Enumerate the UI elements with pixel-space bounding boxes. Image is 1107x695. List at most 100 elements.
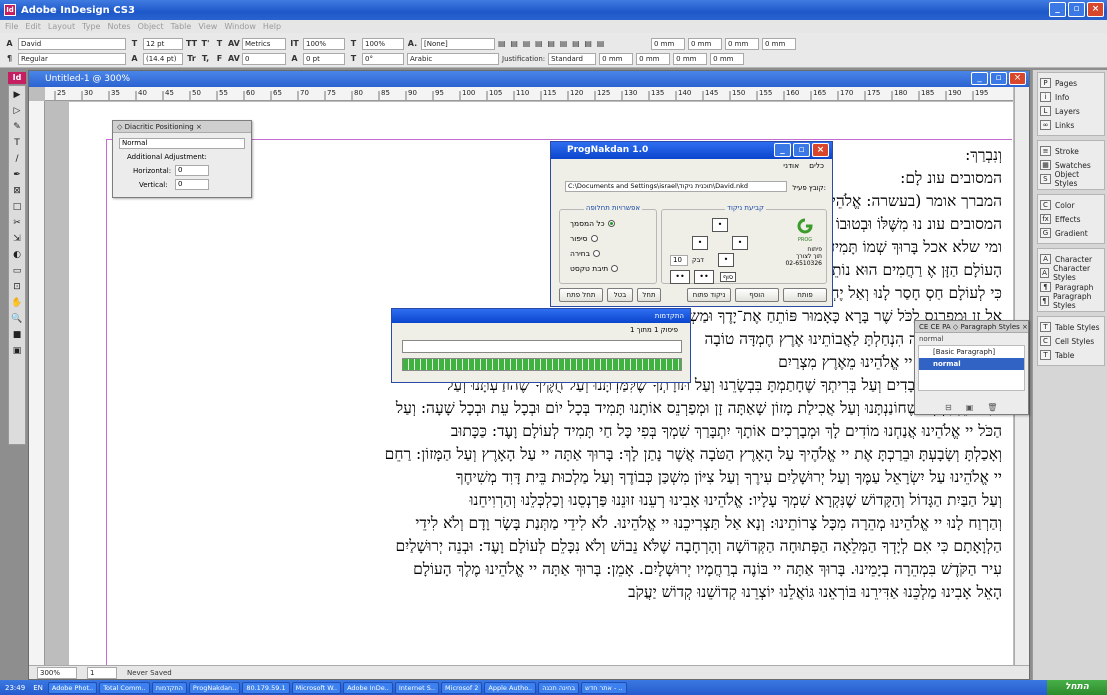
prog-menu-tools[interactable]: כלים xyxy=(809,161,824,170)
panel-table-styles[interactable]: T Table Styles xyxy=(1040,320,1102,334)
panel-character-styles[interactable]: A Character Styles xyxy=(1040,264,1102,282)
prog-open-nikud-button[interactable]: ניקוד פתוח xyxy=(687,288,731,302)
baseline-shift-field[interactable]: 0 pt xyxy=(303,52,345,65)
menu-window[interactable]: Window xyxy=(224,20,256,33)
indent-field-2[interactable]: 0 mm xyxy=(688,37,722,50)
panel-object-styles[interactable]: S Object Styles xyxy=(1040,170,1102,188)
nikud-pos-left[interactable]: • xyxy=(692,236,708,250)
tool-icon[interactable]: ▭ xyxy=(10,265,24,278)
mode-radio[interactable]: סיפור xyxy=(570,233,650,244)
taskbar-button[interactable]: Adobe InDe.. xyxy=(343,681,393,694)
doc-close-button[interactable]: × xyxy=(1009,72,1026,85)
tool-icon[interactable]: / xyxy=(10,153,24,166)
panel-stroke[interactable]: ≡ Stroke xyxy=(1040,144,1102,158)
align-icons[interactable]: ▤ ▤ ▤ ▤ ▤ ▤ ▤ ▤ ▤ xyxy=(498,38,648,49)
clear-overrides-icon[interactable]: ⊟ xyxy=(945,403,952,412)
indent-field-4[interactable]: 0 mm xyxy=(762,37,796,50)
panel-info[interactable]: i Info xyxy=(1040,90,1102,104)
horizontal-ruler[interactable]: 25 30 35 40 45 50 55 60 65 70 75 80 85 90 95 100 105 110 1… xyxy=(45,87,1013,101)
horizontal-field[interactable]: 0 xyxy=(175,165,209,176)
prog-start-button[interactable]: תחל xyxy=(637,288,661,302)
nikud-pos-top[interactable]: • xyxy=(712,218,728,232)
space-field-1[interactable]: 0 mm xyxy=(599,52,634,65)
radio-dot[interactable] xyxy=(611,265,619,272)
tool-icon[interactable]: ▷ xyxy=(10,105,24,118)
document-title-bar[interactable]: Untitled-1 @ 300% _ ▫ × xyxy=(29,71,1029,87)
paragraph-styles-tab[interactable]: CE CE PA ◇ Paragraph Styles × xyxy=(915,321,1028,333)
nikud-pos-double-right[interactable]: •• xyxy=(694,270,714,284)
tracking-field[interactable]: 0 xyxy=(242,52,286,65)
font-size-field[interactable]: 12 pt xyxy=(143,37,183,50)
prog-open-button[interactable]: פותח xyxy=(783,288,827,302)
panel-links[interactable]: ∞ Links xyxy=(1040,118,1102,132)
prognakdan-title-bar[interactable]: ProgNakdan 1.0 _ ▫ × xyxy=(551,142,832,159)
character-mode-icon[interactable]: A xyxy=(4,38,15,49)
taskbar-button[interactable]: 80.179.59.1 xyxy=(242,681,290,694)
taskbar-button[interactable]: התקדמות xyxy=(151,681,187,694)
strikethrough-icon[interactable]: F xyxy=(214,53,225,64)
space-field-4[interactable]: 0 mm xyxy=(710,52,745,65)
font-family-select[interactable]: David xyxy=(18,37,126,50)
prog-cancel-button[interactable]: בטל xyxy=(607,288,633,302)
prog-minimize-button[interactable]: _ xyxy=(774,143,791,157)
close-button[interactable]: × xyxy=(1087,2,1104,17)
menu-layout[interactable]: Layout xyxy=(48,20,75,33)
paragraph-mode-icon[interactable]: ¶ xyxy=(4,53,15,64)
tool-icon[interactable]: 🔍 xyxy=(10,313,24,326)
tool-icon[interactable]: ✋ xyxy=(10,297,24,310)
prog-menu-about[interactable]: אודני xyxy=(783,161,799,170)
horizontal-scale-field[interactable]: 100% xyxy=(362,37,404,50)
panel-pages[interactable]: P Pages xyxy=(1040,76,1102,90)
radio-dot[interactable] xyxy=(590,235,598,242)
taskbar-button[interactable]: Total Comm.. xyxy=(99,681,150,694)
font-style-select[interactable]: Regular xyxy=(18,52,126,65)
diacritic-tab[interactable]: ◇ Diacritic Positioning × xyxy=(113,121,251,133)
mode-radio[interactable]: כל המסמך xyxy=(570,218,650,229)
prog-close-button[interactable]: × xyxy=(812,143,829,157)
panel-table[interactable]: T Table xyxy=(1040,348,1102,362)
nikud-pos-bottom[interactable]: • xyxy=(718,253,734,267)
maximize-button[interactable]: ▫ xyxy=(1068,2,1085,17)
taskbar-button[interactable]: אתר חדש - .. xyxy=(581,681,627,694)
menu-object[interactable]: Object xyxy=(138,20,164,33)
tool-icon[interactable]: ◐ xyxy=(10,249,24,262)
superscript-icon[interactable]: T' xyxy=(200,38,211,49)
kerning-field[interactable]: Metrics xyxy=(242,37,286,50)
menu-type[interactable]: Type xyxy=(82,20,100,33)
vertical-ruler[interactable] xyxy=(29,101,45,667)
tool-icon[interactable]: ✎ xyxy=(10,121,24,134)
radio-dot[interactable] xyxy=(593,250,601,257)
progress-title[interactable]: התקדמות xyxy=(392,309,690,323)
nikud-pos-right[interactable]: • xyxy=(732,236,748,250)
menu-table[interactable]: Table xyxy=(171,20,192,33)
panel-cell-styles[interactable]: C Cell Styles xyxy=(1040,334,1102,348)
menu-file[interactable]: File xyxy=(5,20,18,33)
taskbar-button[interactable]: Adobe Phot.. xyxy=(47,681,98,694)
vertical-scale-field[interactable]: 100% xyxy=(303,37,345,50)
tool-icon[interactable]: ⇲ xyxy=(10,233,24,246)
leading-field[interactable]: (14.4 pt) xyxy=(143,52,183,65)
justification-select[interactable]: Standard xyxy=(548,52,597,65)
active-file-path[interactable]: C:\Documents and Settings\israel\תוכנית … xyxy=(565,181,787,192)
panel-paragraph-styles[interactable]: ¶ Paragraph Styles xyxy=(1040,292,1102,310)
nikud-amount-field[interactable]: 10 xyxy=(670,255,688,266)
panel-color[interactable]: C Color xyxy=(1040,198,1102,212)
character-style-select[interactable]: [None] xyxy=(421,37,495,50)
doc-maximize-button[interactable]: ▫ xyxy=(990,72,1007,85)
mode-radio[interactable]: תיבת טקסט xyxy=(570,263,650,274)
page-field[interactable]: 1 xyxy=(87,666,117,679)
small-caps-icon[interactable]: Tr xyxy=(186,53,197,64)
taskbar-button[interactable]: Microsoft W.. xyxy=(291,681,342,694)
zoom-field[interactable]: 300% xyxy=(37,666,77,679)
panel-effects[interactable]: fx Effects xyxy=(1040,212,1102,226)
menu-view[interactable]: View xyxy=(198,20,217,33)
tool-icon[interactable]: ⊡ xyxy=(10,281,24,294)
taskbar-button[interactable]: Microsof 2 xyxy=(441,681,483,694)
language-select[interactable]: Arabic xyxy=(407,52,499,65)
mode-radio[interactable]: בחירה xyxy=(570,248,650,259)
tool-icon[interactable]: ⊠ xyxy=(10,185,24,198)
radio-dot[interactable] xyxy=(607,220,615,227)
taskbar-button[interactable]: Apple Autho.. xyxy=(484,681,537,694)
prog-maximize-button[interactable]: ▫ xyxy=(793,143,810,157)
vertical-field[interactable]: 0 xyxy=(175,179,209,190)
